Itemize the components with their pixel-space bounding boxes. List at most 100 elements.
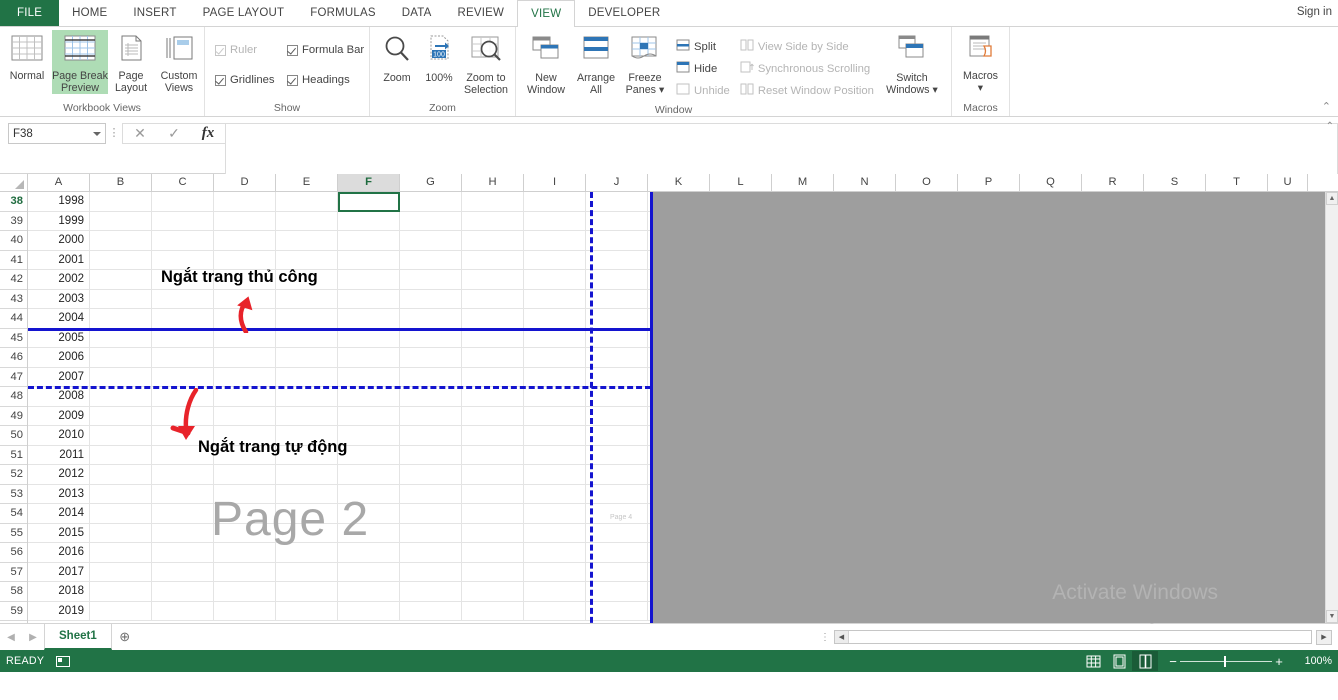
cell-H56[interactable] — [462, 543, 524, 563]
cell-A54[interactable]: 2014 — [28, 504, 90, 524]
cell-E40[interactable] — [276, 231, 338, 251]
cell-B41[interactable] — [90, 250, 152, 270]
row-header-59[interactable]: 59 — [0, 601, 27, 621]
cell-G47[interactable] — [400, 367, 462, 387]
prev-sheet-button[interactable]: ◀ — [0, 632, 22, 643]
cell-I55[interactable] — [524, 523, 586, 543]
tab-developer[interactable]: DEVELOPER — [575, 0, 673, 26]
cell-I46[interactable] — [524, 348, 586, 368]
cell-A46[interactable]: 2006 — [28, 348, 90, 368]
cell-J41[interactable] — [586, 250, 648, 270]
cell-G52[interactable] — [400, 465, 462, 485]
tab-insert[interactable]: INSERT — [120, 0, 189, 26]
cell-A47[interactable]: 2007 — [28, 367, 90, 387]
row-header-50[interactable]: 50 — [0, 426, 27, 446]
cell-I44[interactable] — [524, 309, 586, 329]
cell-F38[interactable] — [338, 192, 400, 212]
custom-views-button[interactable]: Custom Views — [154, 30, 204, 94]
cell-A49[interactable]: 2009 — [28, 406, 90, 426]
row-header-49[interactable]: 49 — [0, 406, 27, 426]
column-header-k[interactable]: K — [648, 174, 710, 191]
cell-C59[interactable] — [152, 601, 214, 621]
column-header-q[interactable]: Q — [1020, 174, 1082, 191]
cell-G49[interactable] — [400, 406, 462, 426]
cell-D46[interactable] — [214, 348, 276, 368]
cell-H47[interactable] — [462, 367, 524, 387]
cell-H43[interactable] — [462, 289, 524, 309]
cell-C43[interactable] — [152, 289, 214, 309]
cell-H53[interactable] — [462, 484, 524, 504]
cell-A44[interactable]: 2004 — [28, 309, 90, 329]
column-header-l[interactable]: L — [710, 174, 772, 191]
cell-G59[interactable] — [400, 601, 462, 621]
cell-J52[interactable] — [586, 465, 648, 485]
record-macro-icon[interactable] — [56, 655, 71, 667]
row-header-45[interactable]: 45 — [0, 328, 27, 348]
cell-J38[interactable] — [586, 192, 648, 212]
tab-file[interactable]: FILE — [0, 0, 60, 26]
cell-G48[interactable] — [400, 387, 462, 407]
cell-E48[interactable] — [276, 387, 338, 407]
cell-D38[interactable] — [214, 192, 276, 212]
cell-I50[interactable] — [524, 426, 586, 446]
row-header-41[interactable]: 41 — [0, 250, 27, 270]
column-header-c[interactable]: C — [152, 174, 214, 191]
cell-G39[interactable] — [400, 211, 462, 231]
cell-B54[interactable] — [90, 504, 152, 524]
cell-D47[interactable] — [214, 367, 276, 387]
tab-review[interactable]: REVIEW — [445, 0, 518, 26]
cell-D52[interactable] — [214, 465, 276, 485]
row-header-58[interactable]: 58 — [0, 582, 27, 602]
cell-J44[interactable] — [586, 309, 648, 329]
cell-E46[interactable] — [276, 348, 338, 368]
cell-J58[interactable] — [586, 582, 648, 602]
cell-F45[interactable] — [338, 328, 400, 348]
cell-F44[interactable] — [338, 309, 400, 329]
page-layout-view-button[interactable]: Page Layout — [108, 30, 154, 94]
column-header-b[interactable]: B — [90, 174, 152, 191]
cell-B44[interactable] — [90, 309, 152, 329]
scroll-left-button[interactable]: ◀ — [835, 631, 849, 643]
cell-I49[interactable] — [524, 406, 586, 426]
cell-E52[interactable] — [276, 465, 338, 485]
cell-A42[interactable]: 2002 — [28, 270, 90, 290]
column-header-s[interactable]: S — [1144, 174, 1206, 191]
zoom-to-selection-button[interactable]: Zoom to Selection — [460, 30, 512, 96]
cell-I39[interactable] — [524, 211, 586, 231]
zoom-handle[interactable] — [1224, 655, 1226, 667]
cell-B58[interactable] — [90, 582, 152, 602]
cell-J49[interactable] — [586, 406, 648, 426]
gridlines-checkbox[interactable] — [215, 74, 226, 86]
cell-I45[interactable] — [524, 328, 586, 348]
cell-D49[interactable] — [214, 406, 276, 426]
cell-G51[interactable] — [400, 445, 462, 465]
cell-A38[interactable]: 1998 — [28, 192, 90, 212]
cell-I40[interactable] — [524, 231, 586, 251]
cell-C56[interactable] — [152, 543, 214, 563]
cell-C45[interactable] — [152, 328, 214, 348]
arrange-all-button[interactable]: Arrange All — [572, 30, 620, 96]
cell-H41[interactable] — [462, 250, 524, 270]
cell-B51[interactable] — [90, 445, 152, 465]
cell-A59[interactable]: 2019 — [28, 601, 90, 621]
cell-B55[interactable] — [90, 523, 152, 543]
cell-A39[interactable]: 1999 — [28, 211, 90, 231]
cell-F41[interactable] — [338, 250, 400, 270]
cell-B40[interactable] — [90, 231, 152, 251]
cell-D54[interactable] — [214, 504, 276, 524]
zoom-button[interactable]: Zoom — [376, 30, 418, 84]
cell-H52[interactable] — [462, 465, 524, 485]
cell-A45[interactable]: 2005 — [28, 328, 90, 348]
row-header-55[interactable]: 55 — [0, 523, 27, 543]
select-all-corner[interactable] — [0, 174, 28, 191]
row-header-40[interactable]: 40 — [0, 231, 27, 251]
row-header-48[interactable]: 48 — [0, 387, 27, 407]
cell-B47[interactable] — [90, 367, 152, 387]
cell-J51[interactable] — [586, 445, 648, 465]
cell-H49[interactable] — [462, 406, 524, 426]
cell-J57[interactable] — [586, 562, 648, 582]
cell-E43[interactable] — [276, 289, 338, 309]
cell-E38[interactable] — [276, 192, 338, 212]
cell-C44[interactable] — [152, 309, 214, 329]
cell-I57[interactable] — [524, 562, 586, 582]
